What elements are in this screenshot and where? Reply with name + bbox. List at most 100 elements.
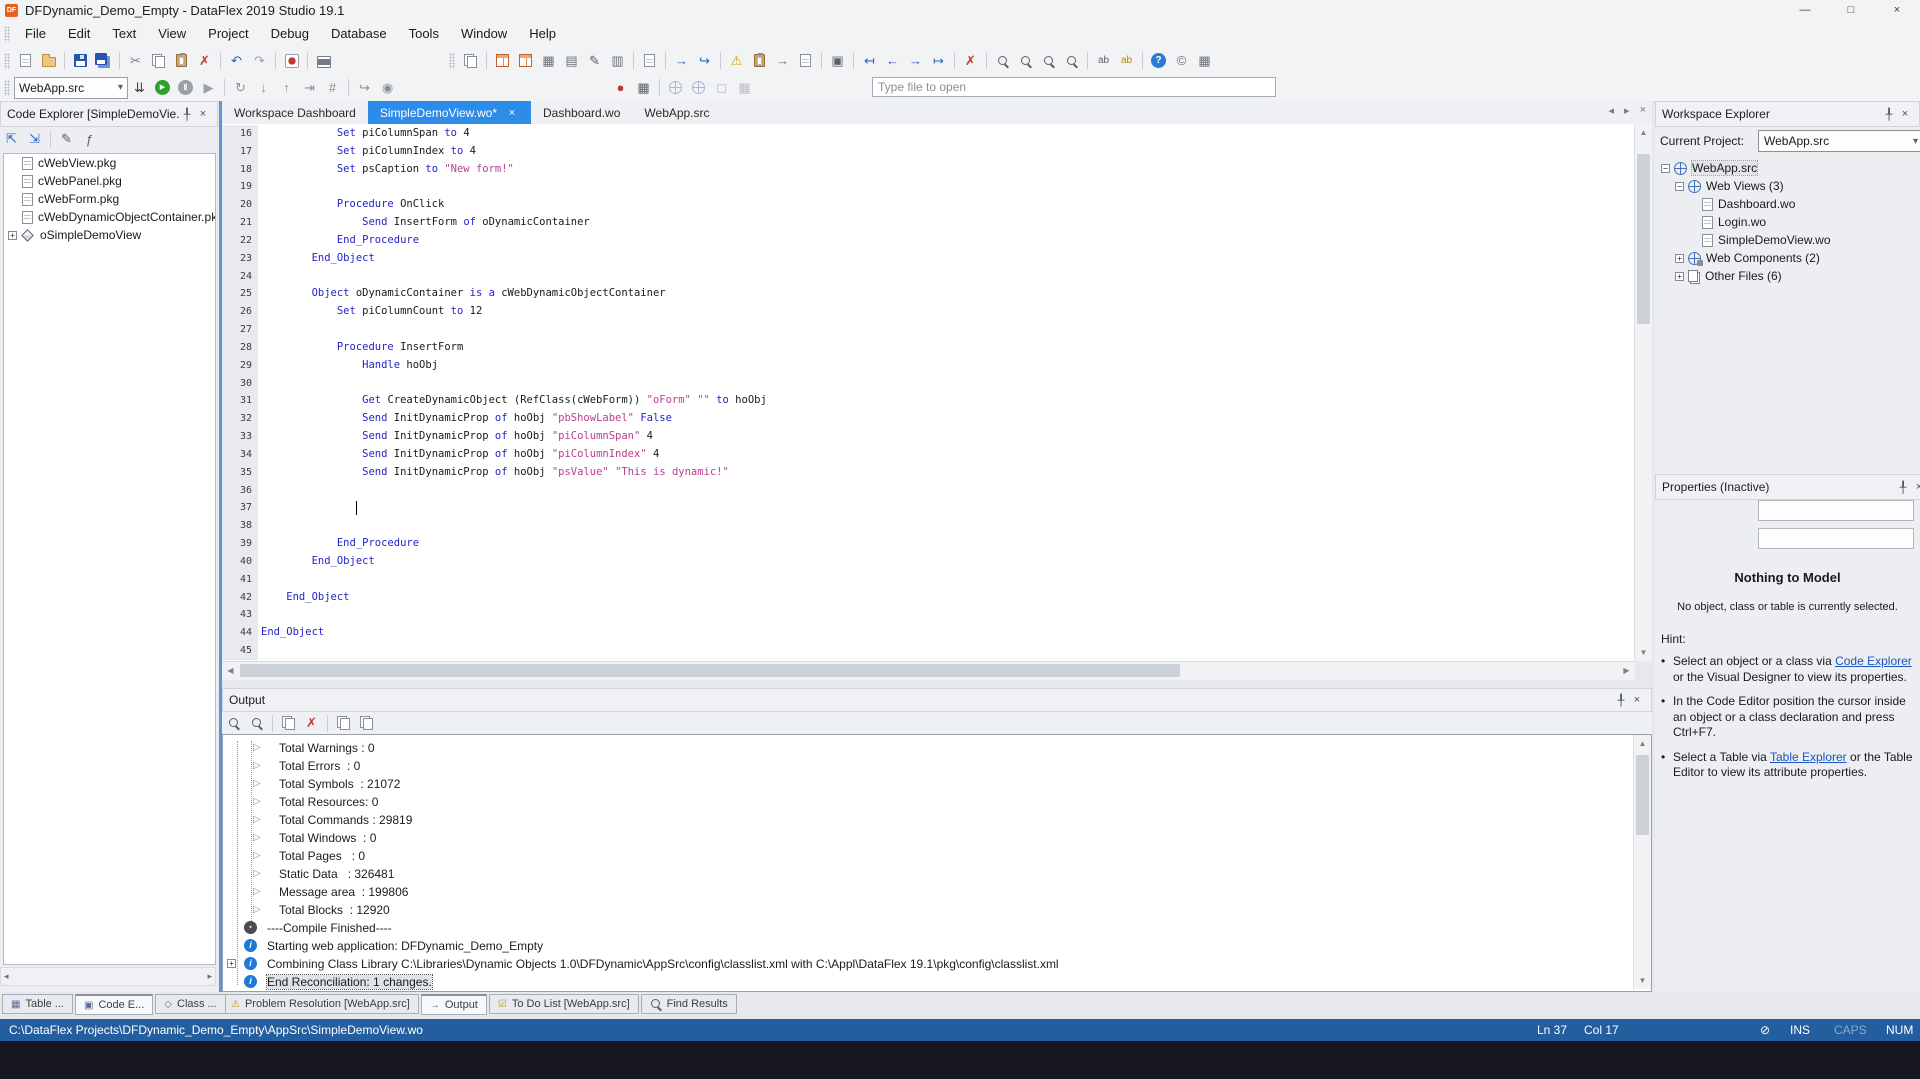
replace-icon[interactable]: ab	[1092, 49, 1115, 73]
copy-special-icon[interactable]	[459, 49, 482, 73]
code-explorer-hscrollbar[interactable]: ◂ ▸	[0, 967, 216, 986]
output-row[interactable]: ▷Total Windows : 0	[223, 829, 1627, 847]
expander-icon[interactable]: ▷	[253, 868, 261, 879]
hint-link[interactable]: Code Explorer	[1835, 654, 1912, 668]
nav-last-icon[interactable]: ↦	[927, 49, 950, 73]
scroll-up-icon[interactable]: ▲	[1635, 124, 1652, 141]
close-button[interactable]: ×	[1874, 0, 1920, 20]
minimize-button[interactable]: —	[1782, 0, 1828, 20]
web-app-admin-icon[interactable]	[664, 76, 687, 100]
dock-tab-find-results[interactable]: Find Results	[641, 994, 737, 1014]
paste-code-icon[interactable]	[748, 49, 771, 73]
breakpoint-list-icon[interactable]: ▦	[632, 76, 655, 100]
list-item[interactable]: cWebForm.pkg	[4, 190, 215, 208]
expander-icon[interactable]: ▷	[253, 742, 261, 753]
menu-item-text[interactable]: Text	[101, 20, 147, 47]
output-row[interactable]: ▷Total Warnings : 0	[223, 739, 1627, 757]
clear-bookmarks-icon[interactable]: ✗	[959, 49, 982, 73]
code-insight-icon[interactable]: ↪	[693, 49, 716, 73]
set-next-statement-icon[interactable]: #	[321, 76, 344, 100]
tab-scroll-left-icon[interactable]: ◂	[1609, 104, 1615, 117]
expander-icon[interactable]: ▷	[253, 778, 261, 789]
table-browse-icon[interactable]: ▦	[733, 76, 756, 100]
editor-hscrollbar[interactable]: ◀ ▶	[222, 661, 1635, 680]
output-row[interactable]: ▷Total Blocks : 12920	[223, 901, 1627, 919]
dock-tab-problem-resolution-webapp-src-[interactable]: ⚠Problem Resolution [WebApp.src]	[222, 994, 419, 1014]
expander-icon[interactable]: ▷	[253, 886, 261, 897]
scroll-thumb[interactable]	[240, 664, 1180, 677]
properties-class-combo[interactable]	[1758, 528, 1914, 549]
tab-close-icon[interactable]: ×	[1640, 104, 1646, 117]
web-designer-icon[interactable]	[514, 49, 537, 73]
expander-icon[interactable]: +	[8, 231, 17, 240]
about-icon[interactable]: ©	[1170, 49, 1193, 73]
output-row[interactable]: ▷Message area : 199806	[223, 883, 1627, 901]
output-clear-icon[interactable]: ✗	[300, 711, 323, 735]
expander-icon[interactable]: ▷	[253, 850, 261, 861]
locate-in-code-icon[interactable]: ⇱	[0, 127, 23, 151]
menu-item-project[interactable]: Project	[197, 20, 259, 47]
expander-icon[interactable]: −	[1675, 182, 1684, 191]
close-icon[interactable]: ×	[1897, 108, 1913, 120]
output-copy-all-icon[interactable]	[332, 711, 355, 735]
current-project-dropdown[interactable]: WebApp.src ▾	[14, 77, 128, 99]
tree-item[interactable]: +Web Components (2)	[1659, 249, 1917, 267]
database-builder-icon[interactable]: ▦	[537, 49, 560, 73]
nav-back-icon[interactable]: ←	[881, 49, 904, 73]
tree-item[interactable]: Login.wo	[1659, 213, 1917, 231]
list-item[interactable]: +oSimpleDemoView	[4, 226, 215, 244]
expander-icon[interactable]: +	[1675, 272, 1684, 281]
scroll-up-icon[interactable]: ▲	[1634, 735, 1651, 752]
web-app-sync-icon[interactable]	[687, 76, 710, 100]
tab-close-icon[interactable]: ×	[505, 107, 519, 119]
explorer-tab-table-[interactable]: ▦Table ...	[2, 994, 73, 1014]
goto-definition-icon[interactable]: →	[670, 49, 693, 73]
menu-item-tools[interactable]: Tools	[398, 20, 450, 47]
pin-icon[interactable]: ╀	[179, 108, 195, 121]
menu-item-view[interactable]: View	[147, 20, 197, 47]
tab-simpledemoview-wo-[interactable]: SimpleDemoView.wo*×	[368, 101, 531, 124]
tab-workspace-dashboard[interactable]: Workspace Dashboard	[222, 101, 368, 124]
menu-item-debug[interactable]: Debug	[260, 20, 320, 47]
redo-icon[interactable]: ↷	[248, 49, 271, 73]
dock-tab-to-do-list-webapp-src-[interactable]: ☑To Do List [WebApp.src]	[489, 994, 639, 1014]
undo-icon[interactable]: ↶	[225, 49, 248, 73]
expander-icon[interactable]: ▷	[253, 832, 261, 843]
tree-item[interactable]: SimpleDemoView.wo	[1659, 231, 1917, 249]
output-row[interactable]: ▷Total Resources: 0	[223, 793, 1627, 811]
symbol-table-icon[interactable]: ▦	[1193, 49, 1216, 73]
properties-object-combo[interactable]	[1758, 500, 1914, 521]
output-row[interactable]: ▷Total Symbols : 21072	[223, 775, 1627, 793]
menu-item-file[interactable]: File	[14, 20, 57, 47]
list-item[interactable]: cWebView.pkg	[4, 154, 215, 172]
explorer-tab-code-e-[interactable]: ▣Code E...	[75, 994, 153, 1015]
output-row[interactable]: ▷Total Errors : 0	[223, 757, 1627, 775]
save-all-icon[interactable]	[92, 49, 115, 73]
fx-properties-icon[interactable]: ƒ	[78, 127, 101, 151]
save-icon[interactable]	[69, 49, 92, 73]
output-row[interactable]: iEnd Reconciliation: 1 changes.	[223, 973, 1627, 991]
tree-item[interactable]: −WebApp.src	[1659, 159, 1917, 177]
tab-dashboard-wo[interactable]: Dashboard.wo	[531, 101, 632, 124]
web-editor-icon[interactable]: ✎	[583, 49, 606, 73]
expander-icon[interactable]: ▷	[253, 796, 261, 807]
delete-icon[interactable]: ✗	[193, 49, 216, 73]
close-icon[interactable]: ×	[1629, 694, 1645, 706]
open-file-input[interactable]	[872, 77, 1276, 97]
output-vscrollbar[interactable]: ▲ ▼	[1633, 735, 1651, 989]
code-editor[interactable]: 16 Set piColumnSpan to 417 Set piColumnI…	[222, 124, 1652, 661]
xml-icon[interactable]: ▣	[826, 49, 849, 73]
output-row[interactable]: ▷Total Commands : 29819	[223, 811, 1627, 829]
menu-item-window[interactable]: Window	[450, 20, 518, 47]
editor-vscrollbar[interactable]: ▲ ▼	[1634, 124, 1652, 661]
cut-icon[interactable]: ✂	[124, 49, 147, 73]
list-item[interactable]: cWebPanel.pkg	[4, 172, 215, 190]
breakpoint-icon[interactable]: ●	[609, 76, 632, 100]
tab-webapp-src[interactable]: WebApp.src	[632, 101, 721, 124]
file-properties-icon[interactable]	[794, 49, 817, 73]
paste-icon[interactable]	[170, 49, 193, 73]
output-copy-append-icon[interactable]	[355, 711, 378, 735]
output-list[interactable]: ▷Total Warnings : 0▷Total Errors : 0▷Tot…	[222, 734, 1652, 992]
help-icon[interactable]: ?	[1147, 49, 1170, 73]
tree-item[interactable]: −Web Views (3)	[1659, 177, 1917, 195]
